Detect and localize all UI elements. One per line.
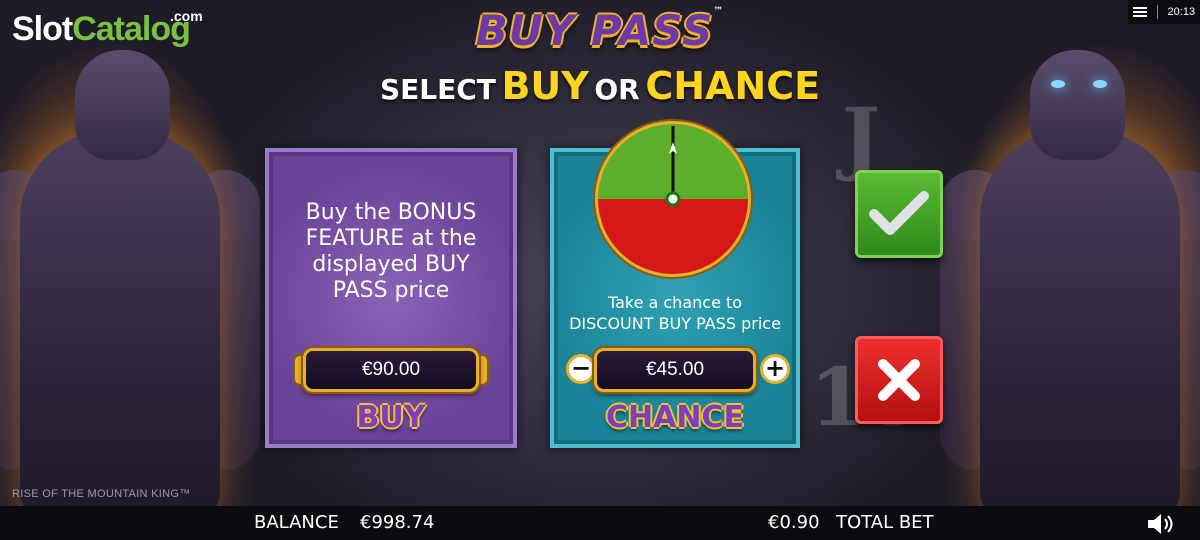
- chance-price-display: €45.00: [594, 348, 756, 392]
- total-bet-value: €0.90: [768, 512, 820, 533]
- balance-label: BALANCE: [254, 512, 339, 533]
- chance-description: Take a chance to DISCOUNT BUY PASS price: [569, 293, 781, 333]
- prompt-or: OR: [594, 73, 640, 106]
- trademark: ™: [713, 6, 725, 17]
- prompt-chance: CHANCE: [645, 64, 821, 108]
- balance-value: €998.74: [360, 512, 435, 533]
- buy-button[interactable]: BUY: [269, 400, 513, 435]
- buy-pass-logo: BUY PASS™: [0, 6, 1200, 55]
- increase-price-button[interactable]: +: [760, 354, 790, 384]
- checkmark-icon: [869, 191, 929, 235]
- buy-description: Buy the BONUS FEATURE at the displayed B…: [305, 200, 477, 303]
- wheel-lose-segment: [598, 199, 748, 274]
- chance-wheel: [593, 119, 753, 279]
- cancel-button[interactable]: [855, 336, 943, 424]
- chance-button[interactable]: CHANCE: [554, 400, 796, 435]
- select-prompt: SELECT BUY OR CHANCE: [0, 64, 1200, 108]
- speaker-icon[interactable]: [1146, 513, 1176, 535]
- close-x-icon: [878, 359, 920, 401]
- prompt-select: SELECT: [379, 73, 496, 106]
- buy-price-display: €90.00: [303, 348, 479, 392]
- prompt-buy: BUY: [501, 64, 589, 108]
- wheel-hub: [665, 191, 681, 207]
- total-bet-label: TOTAL BET: [836, 512, 934, 533]
- buy-pass-title: BUY PASS: [475, 6, 714, 55]
- decrease-price-button[interactable]: −: [566, 354, 596, 384]
- confirm-button[interactable]: [855, 170, 943, 258]
- footer-bar: BALANCE €998.74 €0.90 TOTAL BET: [0, 506, 1200, 540]
- buy-option-panel[interactable]: Buy the BONUS FEATURE at the displayed B…: [265, 148, 517, 448]
- game-name: RISE OF THE MOUNTAIN KING™: [12, 488, 191, 500]
